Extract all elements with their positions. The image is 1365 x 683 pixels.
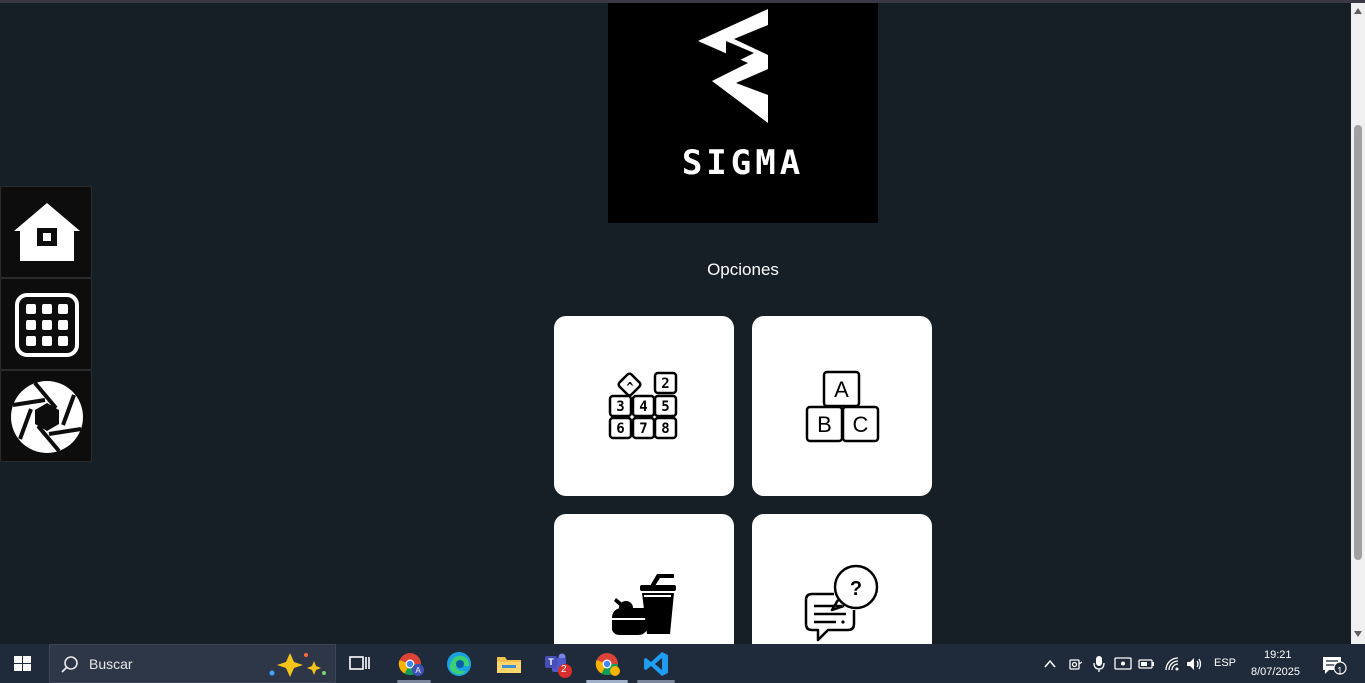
task-view-icon[interactable] — [349, 654, 371, 674]
section-title: Opciones — [707, 260, 779, 279]
sigma-logo-icon — [698, 9, 768, 123]
svg-text:2: 2 — [661, 376, 669, 392]
remote-display-icon[interactable] — [1114, 656, 1132, 672]
svg-text:7: 7 — [639, 421, 647, 437]
page-scrollbar[interactable] — [1351, 3, 1365, 644]
svg-text:C: C — [853, 412, 869, 437]
svg-text:T: T — [548, 657, 554, 667]
svg-text:3: 3 — [616, 399, 624, 415]
svg-text:8: 8 — [661, 421, 669, 437]
aperture-icon — [11, 381, 83, 453]
svg-text:A: A — [415, 666, 421, 675]
sparkle-highlight-icon — [269, 653, 326, 677]
svg-text:5: 5 — [661, 399, 669, 415]
search-placeholder: Buscar — [89, 656, 133, 672]
svg-text:6: 6 — [616, 421, 624, 437]
file-explorer-icon[interactable] — [496, 653, 522, 675]
camera-privacy-icon[interactable] — [1068, 656, 1084, 672]
wifi-icon[interactable] — [1164, 656, 1180, 672]
chrome-profile-icon[interactable]: A — [397, 651, 425, 677]
scroll-down-arrow-icon[interactable] — [1353, 630, 1363, 638]
taskbar-search-box[interactable]: Buscar — [49, 644, 336, 683]
sigma-logo: SIGMA — [608, 3, 878, 223]
language-indicator[interactable]: ESP — [1214, 657, 1236, 669]
food-card[interactable] — [554, 514, 734, 644]
windows-start-icon[interactable] — [14, 656, 32, 672]
svg-text:4: 4 — [639, 399, 647, 415]
chrome-icon[interactable] — [594, 651, 622, 677]
scroll-up-arrow-icon[interactable] — [1353, 7, 1363, 15]
number-blocks-icon: 2 3 4 5 6 7 8 ^ — [608, 371, 678, 440]
edge-icon[interactable] — [446, 651, 472, 677]
sidebar-apps-button[interactable] — [0, 278, 92, 370]
scrollbar-thumb[interactable] — [1354, 125, 1362, 560]
sidebar-home-button[interactable] — [0, 186, 92, 278]
svg-text:B: B — [817, 412, 832, 437]
clock-date[interactable]: 8/07/2025 — [1251, 666, 1300, 678]
chevron-up-icon[interactable] — [1043, 657, 1057, 671]
grid-icon — [15, 293, 79, 357]
microphone-icon[interactable] — [1092, 655, 1106, 673]
abc-blocks-icon: A B C — [805, 370, 880, 443]
food-drink-icon — [612, 574, 676, 635]
battery-icon[interactable] — [1138, 656, 1156, 672]
logo-text: SIGMA — [681, 143, 805, 183]
volume-icon[interactable] — [1186, 656, 1204, 672]
svg-text:^: ^ — [626, 380, 633, 394]
notifications-icon[interactable] — [1322, 655, 1348, 675]
home-icon — [14, 203, 80, 261]
windows-taskbar: Buscar A T 2 ESP 19:21 8/07/2025 1 — [0, 644, 1365, 683]
clock-time[interactable]: 19:21 — [1264, 649, 1292, 661]
sidebar-camera-button[interactable] — [0, 370, 92, 462]
questions-card[interactable]: ? — [752, 514, 932, 644]
svg-text:A: A — [834, 377, 849, 402]
svg-text:?: ? — [850, 578, 862, 600]
page-content: SIGMA Opciones 2 3 4 5 6 7 8 ^ A B C ? — [0, 3, 1351, 644]
notification-count: 1 — [1337, 666, 1343, 677]
numbers-card[interactable]: 2 3 4 5 6 7 8 ^ — [554, 316, 734, 496]
teams-icon[interactable]: T — [543, 651, 573, 679]
letters-card[interactable]: A B C — [752, 316, 932, 496]
question-chat-icon: ? — [804, 564, 879, 642]
vscode-icon[interactable] — [643, 651, 669, 677]
teams-badge: 2 — [561, 664, 567, 675]
search-icon — [61, 656, 78, 673]
